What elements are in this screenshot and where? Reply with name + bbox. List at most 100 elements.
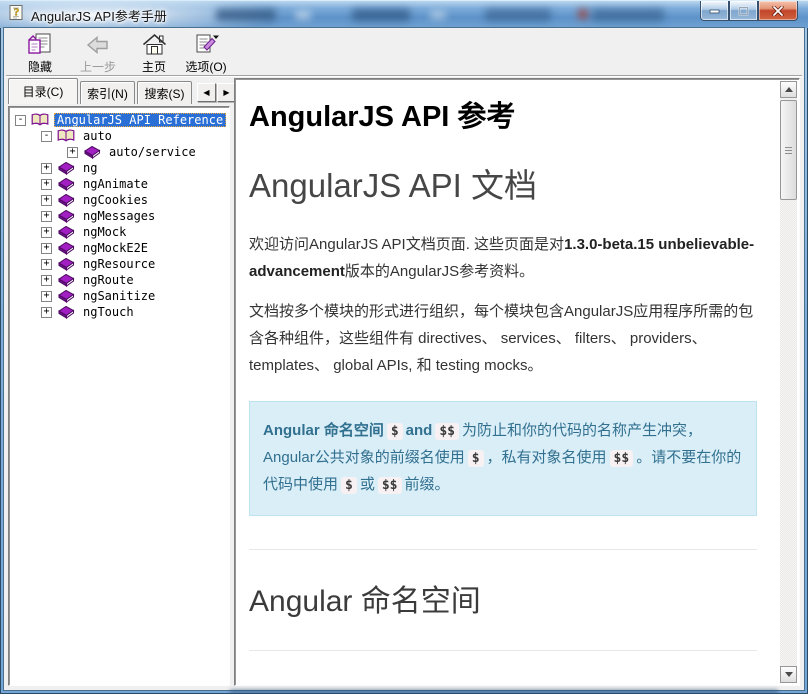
infobox-text: 或 <box>360 476 375 493</box>
expand-icon[interactable]: + <box>41 291 52 302</box>
hide-icon <box>26 31 54 58</box>
tree-item[interactable]: + auto/service <box>9 144 229 160</box>
tree-item-label[interactable]: ngMock <box>80 225 129 239</box>
tab-contents[interactable]: 目录(C) <box>8 78 78 104</box>
home-button[interactable]: 主页 <box>132 31 176 75</box>
closed-book-icon <box>57 225 75 239</box>
expand-icon[interactable]: + <box>41 275 52 286</box>
code-double-dollar: $$ <box>435 423 459 440</box>
closed-book-icon <box>57 257 75 271</box>
code-double-dollar: $$ <box>610 450 634 467</box>
tree-item-label[interactable]: ngCookies <box>80 193 151 207</box>
back-button[interactable]: 上一步 <box>70 31 126 75</box>
closed-book-icon <box>57 289 75 303</box>
tree-item-label[interactable]: AngularJS API Reference <box>54 113 226 127</box>
open-book-icon <box>57 129 75 143</box>
tree-item[interactable]: + ngMockE2E <box>9 240 229 256</box>
toolbar: 隐藏 上一步 主页 <box>6 31 802 75</box>
back-arrow-icon <box>85 31 111 58</box>
namespace-heading: Angular 命名空间 <box>249 576 757 620</box>
tree-item[interactable]: - AngularJS API Reference <box>9 112 229 128</box>
tree-item[interactable]: + ngCookies <box>9 192 229 208</box>
tree-item[interactable]: + ngAnimate <box>9 176 229 192</box>
tree-item-label[interactable]: ngRoute <box>80 273 137 287</box>
topic-pane: AngularJS API 参考 AngularJS API 文档 欢迎访问An… <box>234 78 800 686</box>
closed-book-icon <box>83 145 101 159</box>
tree-item-label[interactable]: ngResource <box>80 257 158 271</box>
thumb-grip-icon <box>785 147 792 155</box>
tree-item[interactable]: + ngMock <box>9 224 229 240</box>
tree-item[interactable]: + ngRoute <box>9 272 229 288</box>
divider <box>249 650 757 651</box>
scroll-down-button[interactable] <box>780 666 797 683</box>
tree-item[interactable]: + ngResource <box>9 256 229 272</box>
code-dollar: $ <box>468 450 484 467</box>
options-label: 选项(O) <box>185 58 226 75</box>
tree-item-label[interactable]: ngAnimate <box>80 177 151 191</box>
divider <box>249 549 757 550</box>
aero-blur-blob <box>295 11 311 19</box>
welcome-text-end: 版本的AngularJS参考资料。 <box>345 263 534 280</box>
tree-item-label[interactable]: auto/service <box>106 145 199 159</box>
namespace-infobox: Angular 命名空间$and$$为防止和你的代码的名称产生冲突，Angula… <box>249 401 757 516</box>
expand-icon[interactable]: + <box>41 227 52 238</box>
tab-search[interactable]: 搜索(S) <box>137 81 192 104</box>
scroll-up-button[interactable] <box>780 81 797 98</box>
tree-item[interactable]: + ngMessages <box>9 208 229 224</box>
caption-buttons <box>700 1 798 21</box>
minimize-button[interactable] <box>700 1 729 21</box>
title-bar[interactable]: ? AngularJS API参考手册 <box>0 0 808 28</box>
open-book-icon <box>31 113 49 127</box>
scrollbar-thumb[interactable] <box>780 100 797 200</box>
closed-book-icon <box>57 193 75 207</box>
expand-icon[interactable]: + <box>41 179 52 190</box>
expand-icon[interactable]: + <box>41 211 52 222</box>
svg-text:?: ? <box>14 7 20 19</box>
page-title: AngularJS API 参考 <box>249 93 757 135</box>
aero-blur-blob <box>578 9 588 19</box>
aero-blur-blob <box>485 9 551 21</box>
tree-item[interactable]: + ng <box>9 160 229 176</box>
close-button[interactable] <box>758 1 798 21</box>
options-icon <box>192 31 220 58</box>
expand-icon[interactable]: + <box>41 163 52 174</box>
ng-module-heading[interactable]: ng (核心模块) <box>249 675 757 684</box>
expand-icon[interactable]: + <box>41 243 52 254</box>
tab-scroll-left-button[interactable]: ◀ <box>197 83 216 102</box>
expand-icon[interactable]: + <box>67 147 78 158</box>
expand-icon[interactable]: + <box>41 195 52 206</box>
closed-book-icon <box>57 305 75 319</box>
aero-blur-blob <box>592 9 664 21</box>
tree-item-label[interactable]: auto <box>80 129 115 143</box>
collapse-icon[interactable]: - <box>15 115 26 126</box>
infobox-text: ，私有对象名使用 <box>487 449 607 466</box>
tree-item-label[interactable]: ngSanitize <box>80 289 158 303</box>
organization-paragraph: 文档按多个模块的形式进行组织，每个模块包含AngularJS应用程序所需的包含各… <box>249 298 757 379</box>
app-window: ? AngularJS API参考手册 <box>0 0 808 694</box>
code-dollar: $ <box>341 477 357 494</box>
options-button[interactable]: 选项(O) <box>180 31 232 75</box>
closed-book-icon <box>57 209 75 223</box>
tree-item[interactable]: + ngTouch <box>9 304 229 320</box>
tab-contents-label: 目录(C) <box>23 83 64 100</box>
vertical-scrollbar[interactable] <box>780 81 797 683</box>
tree-item[interactable]: + ngSanitize <box>9 288 229 304</box>
tree-item-label[interactable]: ngMockE2E <box>80 241 151 255</box>
maximize-button[interactable] <box>729 1 758 21</box>
closed-book-icon <box>57 241 75 255</box>
expand-icon[interactable]: + <box>41 307 52 318</box>
tree-item[interactable]: - auto <box>9 128 229 144</box>
aero-blur-blob <box>430 11 446 19</box>
aero-blur-blob <box>352 9 410 21</box>
collapse-icon[interactable]: - <box>41 131 52 142</box>
down-arrow-icon <box>785 672 793 677</box>
tab-index[interactable]: 索引(N) <box>80 81 135 104</box>
expand-icon[interactable]: + <box>41 259 52 270</box>
tree-item-label[interactable]: ng <box>80 161 100 175</box>
code-dollar: $ <box>387 423 403 440</box>
tree-item-label[interactable]: ngTouch <box>80 305 137 319</box>
closed-book-icon <box>57 161 75 175</box>
hide-button[interactable]: 隐藏 <box>14 31 66 75</box>
tree-item-label[interactable]: ngMessages <box>80 209 158 223</box>
page-subtitle: AngularJS API 文档 <box>249 159 757 207</box>
